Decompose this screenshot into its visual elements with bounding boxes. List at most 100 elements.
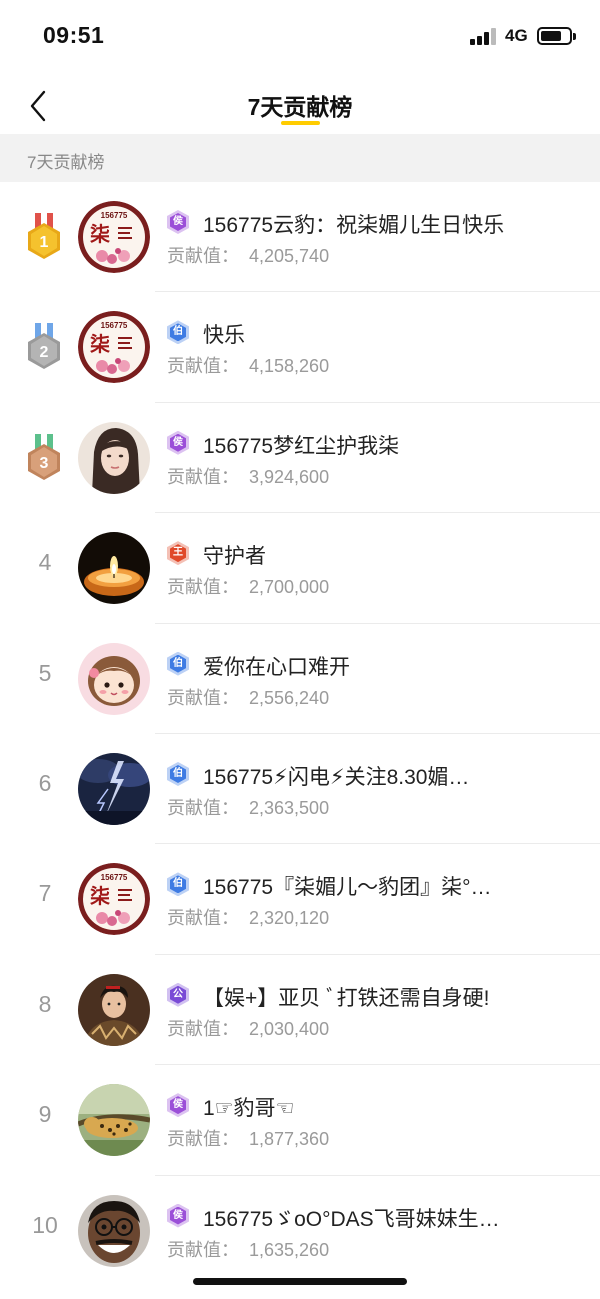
status-bar: 09:51 4G (0, 0, 600, 70)
svg-text:柒: 柒 (90, 332, 110, 356)
rank-row[interactable]: 6 伯 156775⚡闪电⚡关注8.30媚… 贡献值： 2,363,500 (0, 734, 600, 845)
avatar[interactable] (78, 973, 150, 1046)
rank-number: 7 (38, 880, 52, 907)
battery-icon (537, 27, 572, 45)
level-badge-text: 公 (173, 988, 183, 1000)
level-badge-text: 侯 (173, 1099, 183, 1111)
level-badge-text: 侯 (173, 436, 183, 448)
level-badge-icon: 侯 (167, 430, 189, 455)
svg-text:柒: 柒 (90, 222, 110, 246)
contribution-value: 贡献值： 3,924,600 (167, 463, 329, 489)
signal-icon (470, 28, 498, 45)
rank-row[interactable]: 7 156775 柒 伯 156775『柒媚儿～豹团』柒°… 贡献值： 2,320,120 (0, 844, 600, 955)
rank-row[interactable]: 2 156775 柒 伯 快乐 贡献值： 4,158,260 (0, 292, 600, 403)
avatar[interactable]: 156775 柒 (78, 311, 150, 384)
section-header: 7天贡献榜 (0, 134, 600, 182)
avatar[interactable]: 156775 柒 (78, 201, 150, 273)
user-name[interactable]: 156775『柒媚儿～豹团』柒°… (203, 871, 538, 901)
contribution-value: 贡献值： 2,320,120 (167, 904, 329, 930)
contribution-number: 2,700,000 (249, 577, 330, 598)
contribution-label: 贡献值： (167, 466, 239, 487)
user-name[interactable]: 156775梦红尘护我柒 (203, 430, 538, 460)
svg-text:156775: 156775 (101, 211, 128, 220)
battery-cap (573, 33, 576, 40)
level-badge-icon: 侯 (167, 1203, 189, 1228)
svg-text:1: 1 (40, 234, 49, 251)
title-underline (281, 121, 320, 125)
level-badge-text: 侯 (173, 216, 183, 227)
home-indicator (193, 1278, 407, 1285)
avatar[interactable] (78, 421, 150, 494)
level-badge-text: 伯 (173, 657, 183, 669)
gold-medal-icon: 1 (25, 213, 63, 261)
contribution-label: 贡献值： (167, 1239, 239, 1260)
level-badge-icon: 伯 (167, 320, 189, 345)
user-name[interactable]: 156775ゞoO°DAS飞哥妹妹生… (203, 1203, 538, 1233)
rank-number: 9 (38, 1101, 52, 1128)
contribution-number: 3,924,600 (249, 466, 330, 487)
rank-row[interactable]: 4 王 守护者贡献值： 2,700,000 (0, 513, 600, 624)
bronze-medal-icon: 3 (25, 433, 63, 482)
user-name[interactable]: 156775⚡闪电⚡关注8.30媚… (203, 761, 538, 791)
user-name[interactable]: 爱你在心口难开 (203, 651, 538, 681)
user-name[interactable]: 快乐 (203, 319, 538, 349)
rank-number: 4 (38, 549, 52, 576)
rank-number: 5 (38, 659, 52, 686)
rank-row[interactable]: 10 侯 156775ゞoO°DAS飞哥妹妹生… 贡献值： 1,635,260 (0, 1176, 600, 1286)
avatar[interactable] (78, 752, 150, 825)
ranking-list: 1 156775 柒侯 156775云豹：祝柒媚儿生日快乐 贡献值： 4,205,740 2… (0, 182, 600, 1286)
level-badge-icon: 侯 (167, 210, 189, 234)
contribution-value: 贡献值： 2,700,000 (167, 573, 329, 599)
level-badge-icon: 伯 (167, 651, 189, 676)
network-type: 4G (505, 26, 528, 45)
avatar[interactable] (78, 1084, 150, 1157)
rank-row[interactable]: 5 伯 爱你在心口难开贡献值： 2,556,240 (0, 624, 600, 734)
user-name[interactable]: 1☞豹哥☜ (203, 1092, 538, 1122)
svg-text:156775: 156775 (101, 873, 128, 882)
level-badge-icon: 侯 (167, 1093, 189, 1118)
contribution-number: 4,205,740 (249, 246, 330, 266)
contribution-value: 贡献值： 4,205,740 (167, 242, 329, 268)
rank-number: 6 (38, 769, 52, 796)
contribution-number: 1,635,260 (249, 1239, 330, 1260)
contribution-value: 贡献值： 1,635,260 (167, 1236, 329, 1262)
contribution-label: 贡献值： (167, 797, 239, 818)
avatar[interactable] (78, 642, 150, 715)
avatar[interactable]: 156775 柒 (78, 863, 150, 936)
contribution-number: 1,877,360 (249, 1129, 330, 1150)
contribution-label: 贡献值： (167, 908, 239, 929)
contribution-value: 贡献值： 2,363,500 (167, 794, 329, 820)
rank-row[interactable]: 8 公 【娱+】亚贝 ﾞ打铁还需自身硬! 贡献值： 2,030,400 (0, 955, 600, 1066)
contribution-value: 贡献值： 1,877,360 (167, 1125, 329, 1151)
rank-row[interactable]: 9 侯 1☞豹哥☜ 贡献值： 1,877,360 (0, 1065, 600, 1176)
level-badge-icon: 伯 (167, 761, 189, 786)
user-name[interactable]: 【娱+】亚贝 ﾞ打铁还需自身硬! (203, 982, 538, 1012)
level-badge-icon: 伯 (167, 872, 189, 897)
avatar[interactable] (78, 532, 150, 605)
level-badge-text: 王 (173, 547, 183, 559)
rank-row[interactable]: 1 156775 柒 侯 156775云豹：祝柒媚儿生日快乐贡献值： 4,205,740 (0, 182, 600, 293)
section-header-label: 7天贡献榜 (27, 153, 105, 172)
contribution-value: 贡献值： 2,030,400 (167, 1015, 329, 1041)
page-title: 7天贡献榜 (247, 94, 353, 120)
user-name[interactable]: 守护者 (203, 540, 538, 570)
contribution-number: 2,556,240 (249, 687, 330, 708)
level-badge-icon: 公 (167, 982, 189, 1007)
contribution-number: 2,030,400 (249, 1018, 330, 1039)
svg-text:柒: 柒 (90, 884, 110, 908)
rank-row[interactable]: 3 侯 156775梦红尘护我柒贡献值： 3,924,600 (0, 403, 600, 514)
contribution-value: 贡献值： 2,556,240 (167, 684, 329, 710)
user-name[interactable]: 156775云豹：祝柒媚儿生日快乐 (203, 209, 538, 239)
level-badge-text: 伯 (173, 326, 183, 338)
rank-number: 8 (38, 990, 52, 1017)
nav-bar: 7天贡献榜 (0, 70, 600, 134)
contribution-number: 2,363,500 (249, 797, 330, 818)
contribution-number: 2,320,120 (249, 908, 330, 929)
contribution-value: 贡献值： 4,158,260 (167, 352, 329, 378)
contribution-label: 贡献值： (167, 577, 239, 598)
avatar[interactable] (78, 1194, 150, 1267)
level-badge-text: 伯 (173, 878, 183, 890)
svg-text:156775: 156775 (101, 321, 128, 330)
svg-text:3: 3 (40, 455, 49, 472)
level-badge-icon: 王 (167, 541, 189, 566)
